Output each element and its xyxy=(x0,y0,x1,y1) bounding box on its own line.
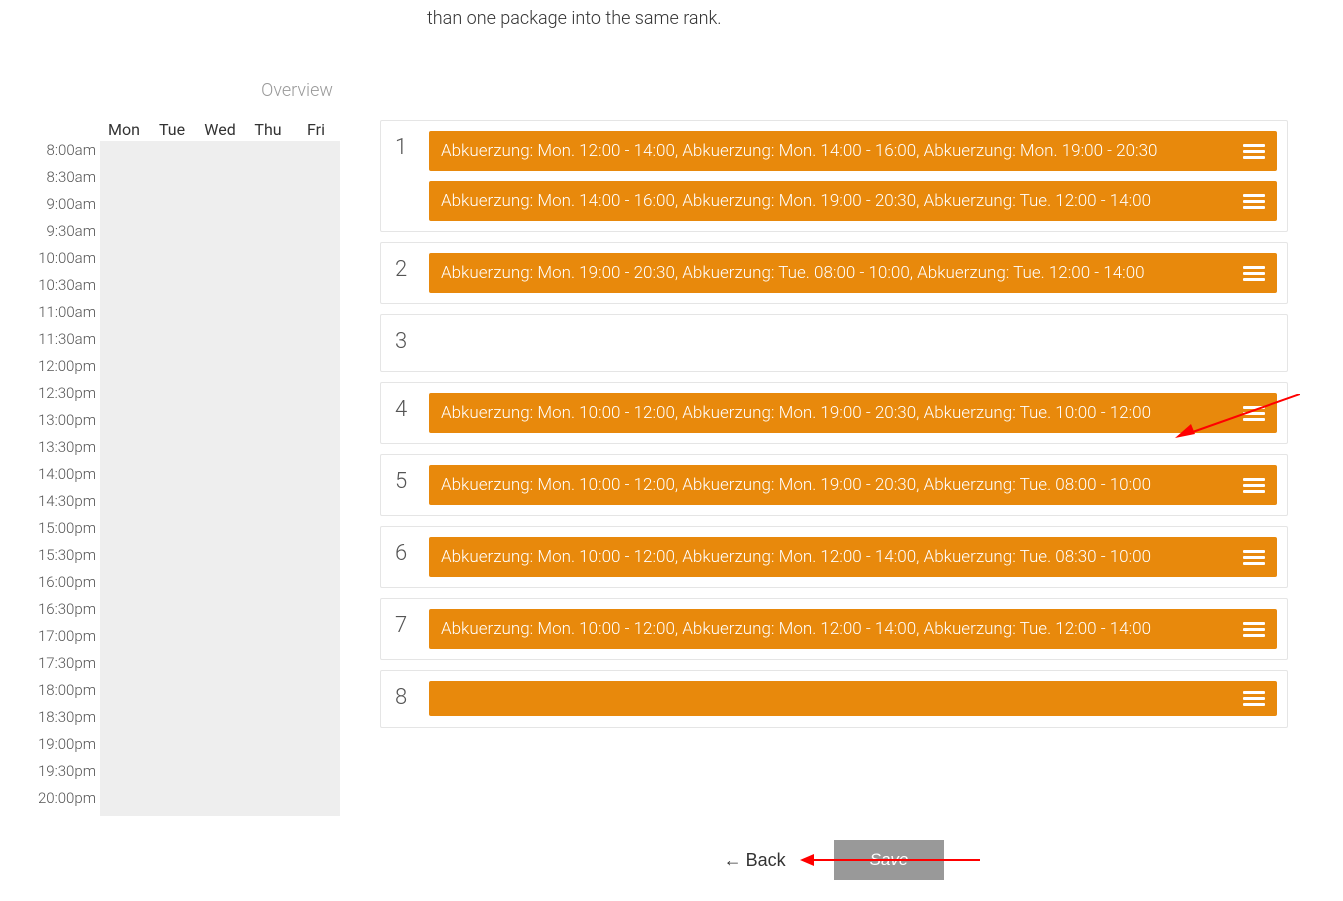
time-column: 8:00am8:30am9:00am9:30am10:00am10:30am11… xyxy=(30,141,100,816)
time-label: 10:00am xyxy=(30,249,100,276)
package-text: Abkuerzung: Mon. 19:00 - 20:30, Abkuerzu… xyxy=(441,263,1231,283)
time-label: 13:30pm xyxy=(30,438,100,465)
drag-handle-icon[interactable] xyxy=(1243,478,1265,493)
time-label: 11:00am xyxy=(30,303,100,330)
time-label: 18:30pm xyxy=(30,708,100,735)
time-label: 10:30am xyxy=(30,276,100,303)
calendar-body: 8:00am8:30am9:00am9:30am10:00am10:30am11… xyxy=(30,141,340,816)
package-chip[interactable] xyxy=(429,681,1277,716)
time-label: 17:30pm xyxy=(30,654,100,681)
time-label: 17:00pm xyxy=(30,627,100,654)
time-label: 20:00pm xyxy=(30,789,100,816)
rank-row[interactable]: 8 xyxy=(380,670,1288,728)
rank-number: 6 xyxy=(395,541,407,566)
package-chip[interactable]: Abkuerzung: Mon. 10:00 - 12:00, Abkuerzu… xyxy=(429,537,1277,577)
time-label: 18:00pm xyxy=(30,681,100,708)
time-label: 12:30pm xyxy=(30,384,100,411)
package-text: Abkuerzung: Mon. 10:00 - 12:00, Abkuerzu… xyxy=(441,619,1231,639)
drag-handle-icon[interactable] xyxy=(1243,266,1265,281)
package-text: Abkuerzung: Mon. 12:00 - 14:00, Abkuerzu… xyxy=(441,141,1231,161)
rank-number: 7 xyxy=(395,613,407,638)
calendar-overview: MonTueWedThuFri 8:00am8:30am9:00am9:30am… xyxy=(30,120,340,816)
package-chip[interactable]: Abkuerzung: Mon. 10:00 - 12:00, Abkuerzu… xyxy=(429,465,1277,505)
intro-text: than one package into the same rank. xyxy=(427,8,722,29)
rank-row[interactable]: 3 xyxy=(380,314,1288,372)
package-text: Abkuerzung: Mon. 10:00 - 12:00, Abkuerzu… xyxy=(441,547,1231,567)
back-button-label: Back xyxy=(746,850,786,871)
day-header: Fri xyxy=(292,120,340,139)
calendar-grid xyxy=(100,141,340,816)
overview-label: Overview xyxy=(261,80,333,101)
rank-number: 5 xyxy=(395,469,407,494)
time-label: 9:30am xyxy=(30,222,100,249)
rank-number: 2 xyxy=(395,257,407,282)
day-header: Wed xyxy=(196,120,244,139)
time-label: 9:00am xyxy=(30,195,100,222)
time-label: 8:00am xyxy=(30,141,100,168)
package-text: Abkuerzung: Mon. 10:00 - 12:00, Abkuerzu… xyxy=(441,475,1231,495)
time-label: 15:00pm xyxy=(30,519,100,546)
package-chip[interactable]: Abkuerzung: Mon. 12:00 - 14:00, Abkuerzu… xyxy=(429,131,1277,171)
time-label: 14:00pm xyxy=(30,465,100,492)
footer: ← Back Save xyxy=(380,840,1288,880)
drag-handle-icon[interactable] xyxy=(1243,550,1265,565)
package-chip[interactable]: Abkuerzung: Mon. 10:00 - 12:00, Abkuerzu… xyxy=(429,609,1277,649)
ranking-pane[interactable]: 1 Abkuerzung: Mon. 12:00 - 14:00, Abkuerz… xyxy=(380,120,1288,740)
back-button[interactable]: ← Back xyxy=(724,850,786,871)
rank-row[interactable]: 7 Abkuerzung: Mon. 10:00 - 12:00, Abkuerz… xyxy=(380,598,1288,660)
rank-row[interactable]: 4 Abkuerzung: Mon. 10:00 - 12:00, Abkuerz… xyxy=(380,382,1288,444)
package-text: Abkuerzung: Mon. 14:00 - 16:00, Abkuerzu… xyxy=(441,191,1231,211)
day-header: Tue xyxy=(148,120,196,139)
rank-row[interactable]: 2 Abkuerzung: Mon. 19:00 - 20:30, Abkuerz… xyxy=(380,242,1288,304)
rank-number: 3 xyxy=(395,329,407,354)
time-label: 14:30pm xyxy=(30,492,100,519)
time-label: 19:00pm xyxy=(30,735,100,762)
time-label: 15:30pm xyxy=(30,546,100,573)
drag-handle-icon[interactable] xyxy=(1243,622,1265,637)
day-header: Mon xyxy=(100,120,148,139)
time-label: 13:00pm xyxy=(30,411,100,438)
time-label: 16:00pm xyxy=(30,573,100,600)
rank-row[interactable]: 6 Abkuerzung: Mon. 10:00 - 12:00, Abkuerz… xyxy=(380,526,1288,588)
package-chip[interactable]: Abkuerzung: Mon. 19:00 - 20:30, Abkuerzu… xyxy=(429,253,1277,293)
time-label: 12:00pm xyxy=(30,357,100,384)
calendar-header: MonTueWedThuFri xyxy=(100,120,340,139)
package-text: Abkuerzung: Mon. 10:00 - 12:00, Abkuerzu… xyxy=(441,403,1231,423)
package-chip[interactable]: Abkuerzung: Mon. 14:00 - 16:00, Abkuerzu… xyxy=(429,181,1277,221)
drag-handle-icon[interactable] xyxy=(1243,691,1265,706)
rank-row[interactable]: 1 Abkuerzung: Mon. 12:00 - 14:00, Abkuerz… xyxy=(380,120,1288,232)
drag-handle-icon[interactable] xyxy=(1243,144,1265,159)
back-arrow-icon: ← xyxy=(724,850,742,871)
time-label: 16:30pm xyxy=(30,600,100,627)
save-button[interactable]: Save xyxy=(834,840,945,880)
time-label: 8:30am xyxy=(30,168,100,195)
time-label: 19:30pm xyxy=(30,762,100,789)
rank-row[interactable]: 5 Abkuerzung: Mon. 10:00 - 12:00, Abkuerz… xyxy=(380,454,1288,516)
drag-handle-icon[interactable] xyxy=(1243,406,1265,421)
day-header: Thu xyxy=(244,120,292,139)
drag-handle-icon[interactable] xyxy=(1243,194,1265,209)
rank-number: 1 xyxy=(395,135,407,160)
time-label: 11:30am xyxy=(30,330,100,357)
rank-number: 4 xyxy=(395,397,407,422)
package-chip[interactable]: Abkuerzung: Mon. 10:00 - 12:00, Abkuerzu… xyxy=(429,393,1277,433)
rank-number: 8 xyxy=(395,685,407,710)
